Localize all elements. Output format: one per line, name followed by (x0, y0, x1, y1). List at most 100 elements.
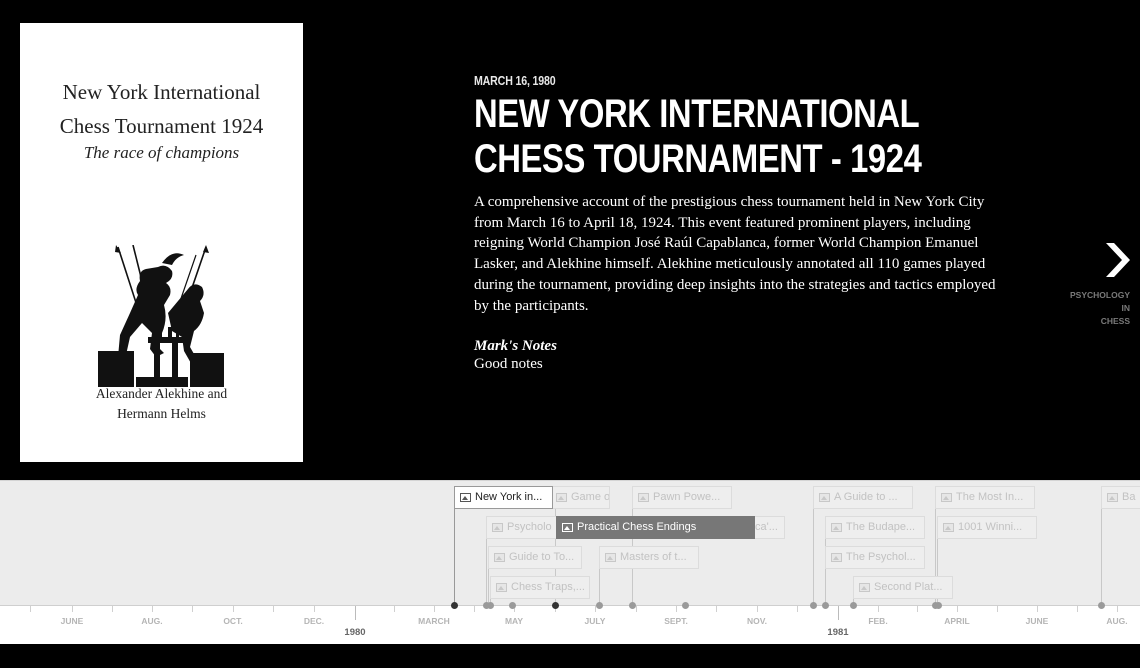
cover-author-line: Hermann Helms (117, 406, 206, 421)
marker-label: Ba (1122, 491, 1136, 503)
image-icon (859, 583, 870, 592)
month-label: DEC. (303, 616, 325, 626)
axis-tick (917, 606, 918, 612)
next-label-line: CHESS (1100, 316, 1130, 326)
axis-tick (273, 606, 274, 612)
timeline-dot[interactable] (596, 602, 603, 609)
axis-tick (878, 606, 879, 612)
image-icon (556, 493, 567, 502)
slide-date: MARCH 16, 1980 (474, 74, 556, 88)
chevron-right-icon (1106, 243, 1130, 277)
image-icon (562, 523, 573, 532)
month-label: JULY (584, 616, 606, 626)
marker-label: Chess Traps,... (511, 581, 585, 593)
axis-tick (434, 606, 435, 612)
image-icon (831, 553, 842, 562)
axis-tick-year (355, 606, 356, 620)
timeline-marker[interactable]: Chess Traps,... (490, 576, 590, 599)
image-icon (831, 523, 842, 532)
timeline-marker[interactable]: Ba (1101, 486, 1140, 509)
axis-tick (716, 606, 717, 612)
image-icon (1107, 493, 1118, 502)
timeline-dot[interactable] (822, 602, 829, 609)
axis-tick (1037, 606, 1038, 612)
axis-tick (72, 606, 73, 612)
timeline-marker[interactable]: The Budape... (825, 516, 925, 539)
timeline-markers: Game o... Pawn Powe... A Guide to ... Th… (0, 481, 1140, 606)
headline-line: NEW YORK INTERNATIONAL (474, 92, 920, 136)
timeline-marker[interactable]: The Psychol... (825, 546, 925, 569)
timeline-marker[interactable]: Guide to To... (488, 546, 582, 569)
month-label: SEPT. (664, 616, 688, 626)
marker-label: Practical Chess Endings (577, 521, 697, 533)
timeline-marker[interactable]: 1001 Winni... (937, 516, 1037, 539)
timeline-marker-current[interactable]: New York in... (454, 486, 553, 509)
marker-label: Second Plat... (874, 581, 943, 593)
marker-stem (813, 497, 814, 605)
timeline-marker[interactable]: Psycholo (486, 516, 561, 539)
month-label: APRIL (944, 616, 970, 626)
image-icon (941, 493, 952, 502)
axis-tick (957, 606, 958, 612)
timeline-dot[interactable] (487, 602, 494, 609)
month-label: AUG. (141, 616, 163, 626)
marker-stem (1101, 497, 1102, 605)
axis-tick (757, 606, 758, 612)
image-icon (605, 553, 616, 562)
headline-line: CHESS TOURNAMENT - 1924 (474, 137, 922, 181)
timeline-dot[interactable] (850, 602, 857, 609)
timeline-axis[interactable]: JUNE AUG. OCT. DEC. MARCH MAY JULY SEPT.… (0, 602, 1140, 644)
month-label: JUNE (1025, 616, 1049, 626)
timeline-marker[interactable]: Second Plat... (853, 576, 953, 599)
timeline-marker[interactable]: Pawn Powe... (632, 486, 732, 509)
timeline-marker[interactable]: A Guide to ... (813, 486, 913, 509)
marker-label: 1001 Winni... (958, 521, 1023, 533)
cover-title: New York International Chess Tournament … (20, 75, 303, 143)
timeline-dot[interactable] (935, 602, 942, 609)
next-label-line: PSYCHOLOGY IN (1070, 290, 1130, 313)
marker-stem (454, 497, 455, 605)
timeline-dot[interactable] (629, 602, 636, 609)
marker-label: Game o... (571, 491, 610, 503)
marker-label: Guide to To... (509, 551, 575, 563)
slide-content: MARCH 16, 1980 NEW YORK INTERNATIONAL CH… (474, 74, 1014, 373)
axis-tick (314, 606, 315, 612)
month-label: NOV. (746, 616, 767, 626)
timeline-marker[interactable]: The Most In... (935, 486, 1035, 509)
marker-label: The Budape... (846, 521, 916, 533)
bottom-bar (0, 644, 1140, 668)
axis-tick (1117, 606, 1118, 612)
month-label: AUG. (1106, 616, 1128, 626)
month-label: OCT. (223, 616, 243, 626)
timeline-dot[interactable] (810, 602, 817, 609)
slide-description: A comprehensive account of the prestigio… (474, 194, 996, 314)
timeline-dot[interactable] (451, 602, 458, 609)
year-label: 1980 (344, 627, 366, 638)
timeline[interactable]: Game o... Pawn Powe... A Guide to ... Th… (0, 480, 1140, 644)
timeline-marker[interactable]: Masters of t... (599, 546, 699, 569)
timeline-dot[interactable] (682, 602, 689, 609)
axis-tick (676, 606, 677, 612)
cover-title-line: New York International (62, 80, 261, 104)
month-label: MARCH (418, 616, 450, 626)
timeline-marker[interactable]: Game o... (550, 486, 610, 509)
next-slide-button[interactable]: PSYCHOLOGY IN CHESS (1060, 243, 1140, 328)
image-icon (638, 493, 649, 502)
next-slide-label: PSYCHOLOGY IN CHESS (1060, 289, 1130, 328)
marker-label: The Most In... (956, 491, 1024, 503)
slide-headline: NEW YORK INTERNATIONAL CHESS TOURNAMENT … (474, 92, 999, 182)
axis-tick (474, 606, 475, 612)
axis-tick (233, 606, 234, 612)
timeline-dot[interactable] (1098, 602, 1105, 609)
timeline-dot[interactable] (509, 602, 516, 609)
axis-tick (152, 606, 153, 612)
year-label: 1981 (827, 627, 849, 638)
axis-tick (636, 606, 637, 612)
timeline-marker-active[interactable]: Practical Chess Endings (556, 516, 755, 539)
axis-tick (30, 606, 31, 612)
image-icon (492, 523, 503, 532)
book-cover-image: New York International Chess Tournament … (20, 23, 303, 462)
cover-subtitle: The race of champions (83, 143, 240, 162)
axis-tick (1077, 606, 1078, 612)
timeline-dot[interactable] (552, 602, 559, 609)
